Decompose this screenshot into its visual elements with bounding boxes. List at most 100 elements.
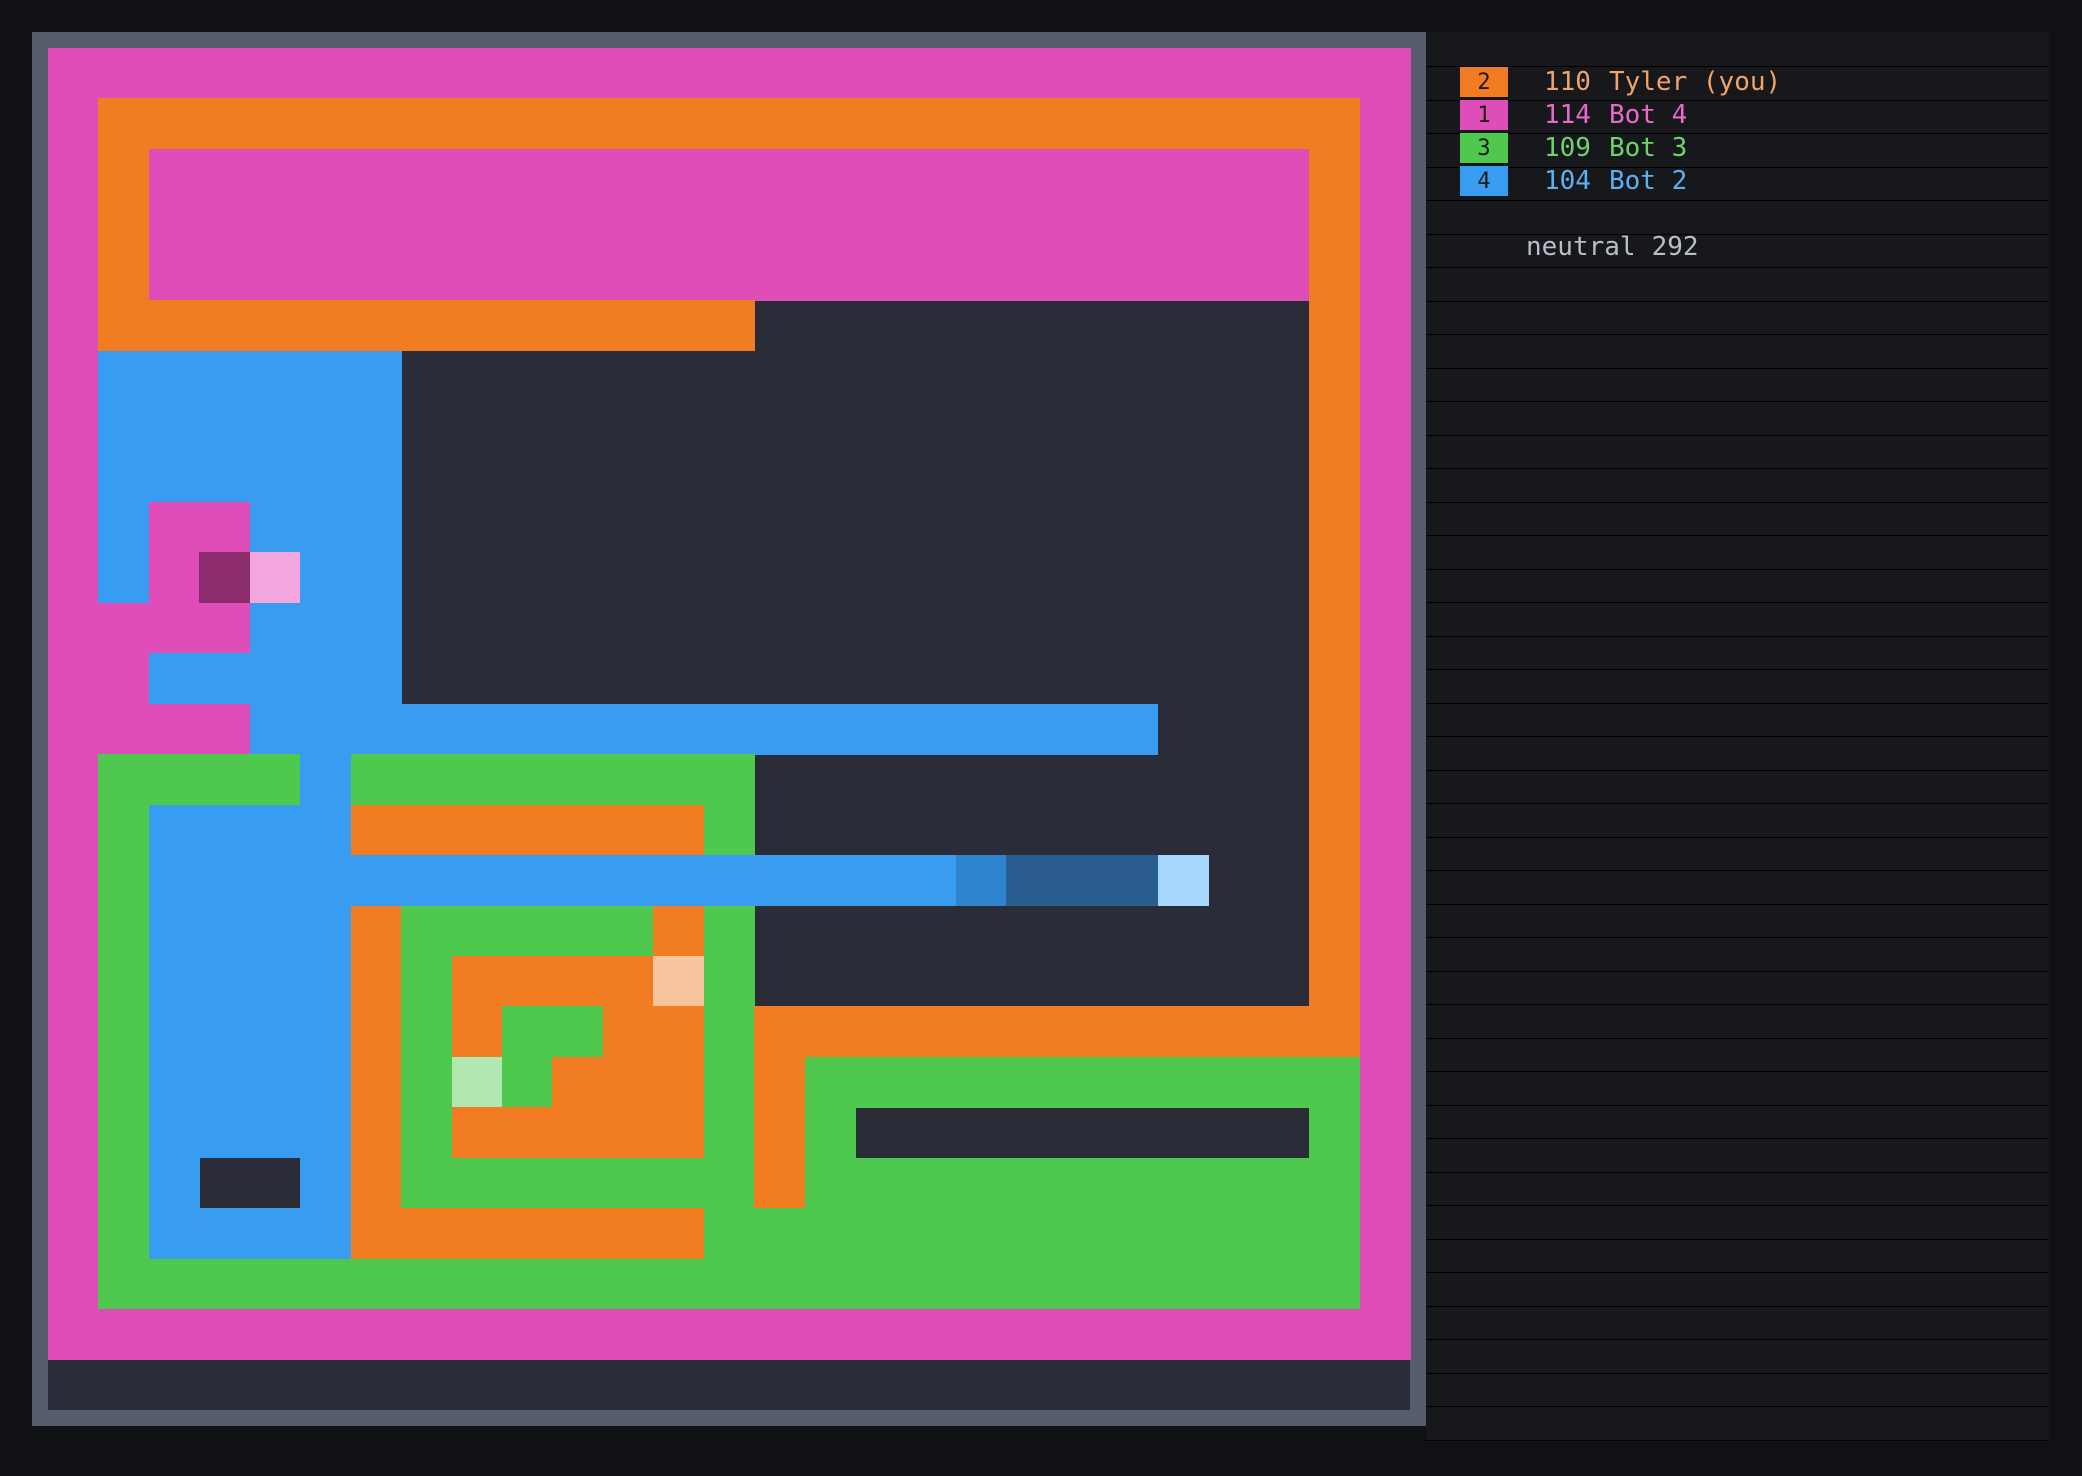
board-cell[interactable] — [602, 804, 654, 856]
board-cell[interactable] — [1309, 48, 1361, 100]
board-cell[interactable] — [956, 1208, 1008, 1260]
board-cell[interactable] — [1006, 48, 1058, 100]
board-cell[interactable] — [300, 905, 352, 957]
board-cell[interactable] — [1208, 1157, 1260, 1209]
board-cell[interactable] — [1309, 451, 1361, 503]
board-cell[interactable] — [1056, 199, 1108, 251]
board-cell[interactable] — [350, 1258, 402, 1310]
board-cell[interactable] — [1309, 653, 1361, 705]
board-cell[interactable] — [602, 249, 654, 301]
board-cell[interactable] — [451, 855, 503, 907]
board-cell[interactable] — [199, 552, 251, 604]
board-cell[interactable] — [956, 855, 1008, 907]
board-cell[interactable] — [249, 905, 301, 957]
board-cell[interactable] — [451, 249, 503, 301]
board-cell[interactable] — [804, 1056, 856, 1108]
board-cell[interactable] — [48, 1157, 100, 1209]
board-cell[interactable] — [502, 855, 554, 907]
board-cell[interactable] — [148, 1157, 200, 1209]
board-cell[interactable] — [1258, 1056, 1310, 1108]
board-cell[interactable] — [148, 1258, 200, 1310]
board-cell[interactable] — [956, 703, 1008, 755]
board-cell[interactable] — [1107, 249, 1159, 301]
board-cell[interactable] — [552, 754, 604, 806]
board-cell[interactable] — [602, 754, 654, 806]
board-cell[interactable] — [1359, 1157, 1411, 1209]
board-cell[interactable] — [249, 1107, 301, 1159]
board-cell[interactable] — [703, 703, 755, 755]
board-cell[interactable] — [855, 48, 907, 100]
board-cell[interactable] — [98, 148, 150, 200]
board-cell[interactable] — [350, 653, 402, 705]
board-cell[interactable] — [1208, 249, 1260, 301]
board-cell[interactable] — [602, 703, 654, 755]
board-cell[interactable] — [602, 956, 654, 1008]
board-cell[interactable] — [98, 1006, 150, 1058]
board-cell[interactable] — [653, 956, 705, 1008]
board-cell[interactable] — [1006, 1208, 1058, 1260]
board-cell[interactable] — [401, 249, 453, 301]
board-cell[interactable] — [199, 350, 251, 402]
board-cell[interactable] — [350, 199, 402, 251]
board-cell[interactable] — [249, 602, 301, 654]
board-cell[interactable] — [401, 1157, 453, 1209]
board-cell[interactable] — [48, 754, 100, 806]
board-cell[interactable] — [98, 905, 150, 957]
board-cell[interactable] — [804, 855, 856, 907]
board-cell[interactable] — [98, 1157, 150, 1209]
board-cell[interactable] — [502, 48, 554, 100]
board-cell[interactable] — [1258, 1208, 1310, 1260]
board-cell[interactable] — [1107, 199, 1159, 251]
board-cell[interactable] — [401, 300, 453, 352]
board-cell[interactable] — [1006, 1056, 1058, 1108]
board-cell[interactable] — [1359, 602, 1411, 654]
board-cell[interactable] — [300, 350, 352, 402]
board-cell[interactable] — [401, 48, 453, 100]
board-cell[interactable] — [148, 1107, 200, 1159]
board-cell[interactable] — [1309, 754, 1361, 806]
board-cell[interactable] — [754, 855, 806, 907]
board-cell[interactable] — [1208, 1056, 1260, 1108]
board-cell[interactable] — [300, 48, 352, 100]
board-cell[interactable] — [1208, 148, 1260, 200]
board-cell[interactable] — [148, 401, 200, 453]
board-cell[interactable] — [48, 1258, 100, 1310]
board-cell[interactable] — [300, 401, 352, 453]
board-cell[interactable] — [1157, 855, 1209, 907]
board-cell[interactable] — [602, 1056, 654, 1108]
board-cell[interactable] — [451, 956, 503, 1008]
board-cell[interactable] — [451, 1056, 503, 1108]
board-cell[interactable] — [1309, 855, 1361, 907]
board-cell[interactable] — [48, 1309, 100, 1361]
board-cell[interactable] — [855, 1056, 907, 1108]
board-cell[interactable] — [1359, 552, 1411, 604]
board-cell[interactable] — [1359, 804, 1411, 856]
board-cell[interactable] — [602, 300, 654, 352]
board-cell[interactable] — [1359, 48, 1411, 100]
board-cell[interactable] — [653, 199, 705, 251]
board-cell[interactable] — [1309, 1107, 1361, 1159]
board-cell[interactable] — [350, 602, 402, 654]
board-cell[interactable] — [855, 98, 907, 150]
board-cell[interactable] — [502, 1309, 554, 1361]
board-cell[interactable] — [148, 1309, 200, 1361]
board-cell[interactable] — [754, 1056, 806, 1108]
board-cell[interactable] — [249, 249, 301, 301]
board-cell[interactable] — [804, 1107, 856, 1159]
board-cell[interactable] — [855, 1309, 907, 1361]
board-cell[interactable] — [199, 1258, 251, 1310]
board-cell[interactable] — [148, 148, 200, 200]
board-cell[interactable] — [1208, 48, 1260, 100]
board-cell[interactable] — [703, 98, 755, 150]
board-cell[interactable] — [754, 1157, 806, 1209]
board-cell[interactable] — [300, 1258, 352, 1310]
board-cell[interactable] — [199, 855, 251, 907]
board-cell[interactable] — [956, 199, 1008, 251]
board-cell[interactable] — [350, 703, 402, 755]
board-cell[interactable] — [1107, 703, 1159, 755]
board-cell[interactable] — [956, 1006, 1008, 1058]
board-cell[interactable] — [552, 1208, 604, 1260]
board-cell[interactable] — [956, 1157, 1008, 1209]
board-cell[interactable] — [653, 754, 705, 806]
board-cell[interactable] — [401, 1107, 453, 1159]
